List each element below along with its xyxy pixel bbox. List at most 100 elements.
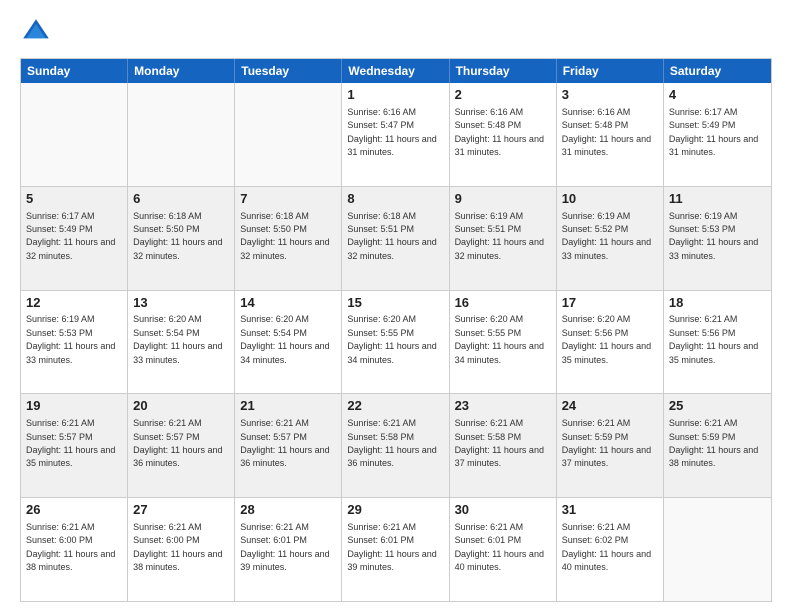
day-number: 15 — [347, 295, 443, 312]
cell-info: Sunrise: 6:16 AMSunset: 5:48 PMDaylight:… — [562, 107, 651, 157]
cell-info: Sunrise: 6:21 AMSunset: 6:01 PMDaylight:… — [240, 522, 329, 572]
cell-info: Sunrise: 6:21 AMSunset: 5:59 PMDaylight:… — [562, 418, 651, 468]
day-number: 26 — [26, 502, 122, 519]
calendar-cell: 30 Sunrise: 6:21 AMSunset: 6:01 PMDayligh… — [450, 498, 557, 601]
day-number: 7 — [240, 191, 336, 208]
day-number: 13 — [133, 295, 229, 312]
day-number: 20 — [133, 398, 229, 415]
cell-info: Sunrise: 6:21 AMSunset: 5:58 PMDaylight:… — [347, 418, 436, 468]
calendar-cell: 24 Sunrise: 6:21 AMSunset: 5:59 PMDayligh… — [557, 394, 664, 497]
calendar-cell — [235, 83, 342, 186]
cell-info: Sunrise: 6:16 AMSunset: 5:48 PMDaylight:… — [455, 107, 544, 157]
cell-info: Sunrise: 6:19 AMSunset: 5:52 PMDaylight:… — [562, 211, 651, 261]
day-number: 17 — [562, 295, 658, 312]
calendar-cell: 4Sunrise: 6:17 AMSunset: 5:49 PMDaylight… — [664, 83, 771, 186]
calendar-cell: 9 Sunrise: 6:19 AMSunset: 5:51 PMDaylight… — [450, 187, 557, 290]
calendar-cell: 3Sunrise: 6:16 AMSunset: 5:48 PMDaylight… — [557, 83, 664, 186]
calendar-body: 1Sunrise: 6:16 AMSunset: 5:47 PMDaylight… — [21, 83, 771, 601]
cell-info: Sunrise: 6:21 AMSunset: 5:56 PMDaylight:… — [669, 314, 758, 364]
calendar-cell: 19 Sunrise: 6:21 AMSunset: 5:57 PMDayligh… — [21, 394, 128, 497]
day-number: 12 — [26, 295, 122, 312]
day-number: 10 — [562, 191, 658, 208]
calendar-header: SundayMondayTuesdayWednesdayThursdayFrid… — [21, 59, 771, 83]
cell-info: Sunrise: 6:21 AMSunset: 6:01 PMDaylight:… — [455, 522, 544, 572]
calendar: SundayMondayTuesdayWednesdayThursdayFrid… — [20, 58, 772, 602]
calendar-week: 5 Sunrise: 6:17 AMSunset: 5:49 PMDaylight… — [21, 187, 771, 291]
cal-header-day: Tuesday — [235, 59, 342, 83]
day-number: 18 — [669, 295, 766, 312]
cal-header-day: Saturday — [664, 59, 771, 83]
cell-info: Sunrise: 6:16 AMSunset: 5:47 PMDaylight:… — [347, 107, 436, 157]
day-number: 31 — [562, 502, 658, 519]
calendar-cell — [21, 83, 128, 186]
day-number: 11 — [669, 191, 766, 208]
calendar-cell: 2 Sunrise: 6:16 AMSunset: 5:48 PMDaylight… — [450, 83, 557, 186]
day-number: 14 — [240, 295, 336, 312]
calendar-cell: 17 Sunrise: 6:20 AMSunset: 5:56 PMDayligh… — [557, 291, 664, 394]
calendar-cell: 6 Sunrise: 6:18 AMSunset: 5:50 PMDaylight… — [128, 187, 235, 290]
calendar-cell: 25 Sunrise: 6:21 AMSunset: 5:59 PMDayligh… — [664, 394, 771, 497]
cell-info: Sunrise: 6:17 AMSunset: 5:49 PMDaylight:… — [26, 211, 115, 261]
day-number: 22 — [347, 398, 443, 415]
calendar-cell: 18 Sunrise: 6:21 AMSunset: 5:56 PMDayligh… — [664, 291, 771, 394]
day-number: 25 — [669, 398, 766, 415]
cell-info: Sunrise: 6:19 AMSunset: 5:53 PMDaylight:… — [26, 314, 115, 364]
day-number: 28 — [240, 502, 336, 519]
cal-header-day: Wednesday — [342, 59, 449, 83]
calendar-cell: 11 Sunrise: 6:19 AMSunset: 5:53 PMDayligh… — [664, 187, 771, 290]
cell-info: Sunrise: 6:20 AMSunset: 5:56 PMDaylight:… — [562, 314, 651, 364]
calendar-cell: 26 Sunrise: 6:21 AMSunset: 6:00 PMDayligh… — [21, 498, 128, 601]
day-number: 6 — [133, 191, 229, 208]
cal-header-day: Thursday — [450, 59, 557, 83]
calendar-cell: 31 Sunrise: 6:21 AMSunset: 6:02 PMDayligh… — [557, 498, 664, 601]
cell-info: Sunrise: 6:21 AMSunset: 5:58 PMDaylight:… — [455, 418, 544, 468]
cell-info: Sunrise: 6:19 AMSunset: 5:51 PMDaylight:… — [455, 211, 544, 261]
day-number: 5 — [26, 191, 122, 208]
calendar-cell — [664, 498, 771, 601]
calendar-cell: 12 Sunrise: 6:19 AMSunset: 5:53 PMDayligh… — [21, 291, 128, 394]
calendar-cell: 8 Sunrise: 6:18 AMSunset: 5:51 PMDaylight… — [342, 187, 449, 290]
cell-info: Sunrise: 6:19 AMSunset: 5:53 PMDaylight:… — [669, 211, 758, 261]
calendar-cell: 15Sunrise: 6:20 AMSunset: 5:55 PMDayligh… — [342, 291, 449, 394]
cell-info: Sunrise: 6:20 AMSunset: 5:54 PMDaylight:… — [240, 314, 329, 364]
cell-info: Sunrise: 6:18 AMSunset: 5:50 PMDaylight:… — [133, 211, 222, 261]
logo — [20, 16, 56, 48]
cell-info: Sunrise: 6:21 AMSunset: 6:00 PMDaylight:… — [26, 522, 115, 572]
calendar-cell: 13 Sunrise: 6:20 AMSunset: 5:54 PMDayligh… — [128, 291, 235, 394]
calendar-cell: 10 Sunrise: 6:19 AMSunset: 5:52 PMDayligh… — [557, 187, 664, 290]
cell-info: Sunrise: 6:18 AMSunset: 5:51 PMDaylight:… — [347, 211, 436, 261]
calendar-cell: 27Sunrise: 6:21 AMSunset: 6:00 PMDayligh… — [128, 498, 235, 601]
calendar-cell: 28 Sunrise: 6:21 AMSunset: 6:01 PMDayligh… — [235, 498, 342, 601]
cell-info: Sunrise: 6:21 AMSunset: 5:59 PMDaylight:… — [669, 418, 758, 468]
day-number: 16 — [455, 295, 551, 312]
day-number: 9 — [455, 191, 551, 208]
cal-header-day: Friday — [557, 59, 664, 83]
cal-header-day: Monday — [128, 59, 235, 83]
calendar-week: 1Sunrise: 6:16 AMSunset: 5:47 PMDaylight… — [21, 83, 771, 187]
day-number: 27 — [133, 502, 229, 519]
cell-info: Sunrise: 6:18 AMSunset: 5:50 PMDaylight:… — [240, 211, 329, 261]
calendar-cell: 1Sunrise: 6:16 AMSunset: 5:47 PMDaylight… — [342, 83, 449, 186]
cell-info: Sunrise: 6:17 AMSunset: 5:49 PMDaylight:… — [669, 107, 758, 157]
day-number: 2 — [455, 87, 551, 104]
page: SundayMondayTuesdayWednesdayThursdayFrid… — [0, 0, 792, 612]
calendar-cell: 20Sunrise: 6:21 AMSunset: 5:57 PMDayligh… — [128, 394, 235, 497]
calendar-cell: 5 Sunrise: 6:17 AMSunset: 5:49 PMDaylight… — [21, 187, 128, 290]
day-number: 19 — [26, 398, 122, 415]
header — [20, 16, 772, 48]
calendar-week: 12 Sunrise: 6:19 AMSunset: 5:53 PMDayligh… — [21, 291, 771, 395]
cell-info: Sunrise: 6:21 AMSunset: 5:57 PMDaylight:… — [26, 418, 115, 468]
day-number: 23 — [455, 398, 551, 415]
cal-header-day: Sunday — [21, 59, 128, 83]
day-number: 24 — [562, 398, 658, 415]
day-number: 30 — [455, 502, 551, 519]
cell-info: Sunrise: 6:21 AMSunset: 6:01 PMDaylight:… — [347, 522, 436, 572]
cell-info: Sunrise: 6:20 AMSunset: 5:54 PMDaylight:… — [133, 314, 222, 364]
day-number: 29 — [347, 502, 443, 519]
calendar-week: 26 Sunrise: 6:21 AMSunset: 6:00 PMDayligh… — [21, 498, 771, 601]
day-number: 21 — [240, 398, 336, 415]
cell-info: Sunrise: 6:21 AMSunset: 6:02 PMDaylight:… — [562, 522, 651, 572]
cell-info: Sunrise: 6:21 AMSunset: 5:57 PMDaylight:… — [240, 418, 329, 468]
calendar-cell: 14 Sunrise: 6:20 AMSunset: 5:54 PMDayligh… — [235, 291, 342, 394]
day-number: 8 — [347, 191, 443, 208]
